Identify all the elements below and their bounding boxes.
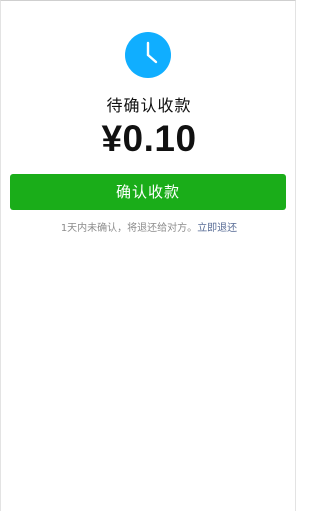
- refund-now-link[interactable]: 立即退还: [197, 223, 237, 234]
- amount: ¥0.10: [101, 118, 197, 159]
- clock-icon: [125, 32, 171, 78]
- refund-hint: 1天内未确认，将退还给对方。立即退还: [1, 221, 297, 237]
- confirm-receipt-button[interactable]: 确认收款: [10, 174, 286, 210]
- status-title: 待确认收款: [106, 96, 192, 115]
- receipt-page: 待确认收款 ¥0.10 确认收款 1天内未确认，将退还给对方。立即退还: [0, 0, 296, 511]
- refund-hint-text: 1天内未确认，将退还给对方。: [60, 223, 198, 234]
